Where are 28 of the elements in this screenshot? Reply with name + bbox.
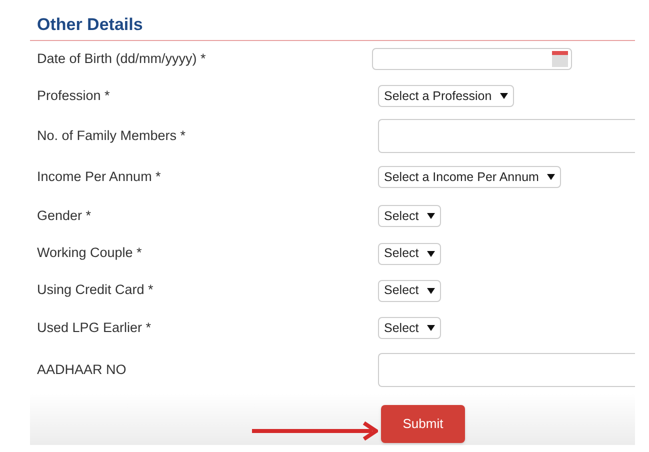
input-field[interactable]: [378, 119, 635, 153]
submit-button[interactable]: Submit: [381, 405, 465, 443]
section-title: Other Details: [37, 14, 144, 36]
field-label: Used LPG Earlier *: [36, 318, 152, 337]
caret-icon: [426, 213, 435, 219]
select-dropdown[interactable]: Select: [378, 317, 441, 339]
calendar-icon: [551, 50, 569, 68]
field-label: Working Couple *: [36, 244, 143, 262]
select-dropdown[interactable]: Select: [378, 280, 441, 302]
select-dropdown[interactable]: Select: [378, 205, 441, 227]
caret-icon: [426, 288, 435, 294]
date-field[interactable]: [372, 48, 572, 70]
select-dropdown[interactable]: Select a Income Per Annum: [378, 166, 561, 188]
field-label: No. of Family Members *: [36, 126, 187, 145]
input-field[interactable]: [378, 353, 635, 387]
select-dropdown[interactable]: Select: [378, 242, 441, 264]
field-label: Date of Birth (dd/mm/yyyy) *: [36, 50, 207, 68]
caret-icon: [426, 325, 435, 331]
arrow-icon: [250, 421, 378, 441]
select-dropdown[interactable]: Select a Profession: [378, 85, 514, 107]
field-label: Gender *: [36, 206, 92, 225]
caret-icon: [426, 250, 435, 256]
field-label: Using Credit Card *: [36, 281, 154, 300]
field-label: AADHAAR NO: [36, 360, 128, 379]
caret-icon: [546, 174, 555, 180]
caret-icon: [500, 93, 508, 99]
field-label: Income Per Annum *: [36, 168, 162, 186]
field-label: Profession *: [36, 86, 111, 105]
